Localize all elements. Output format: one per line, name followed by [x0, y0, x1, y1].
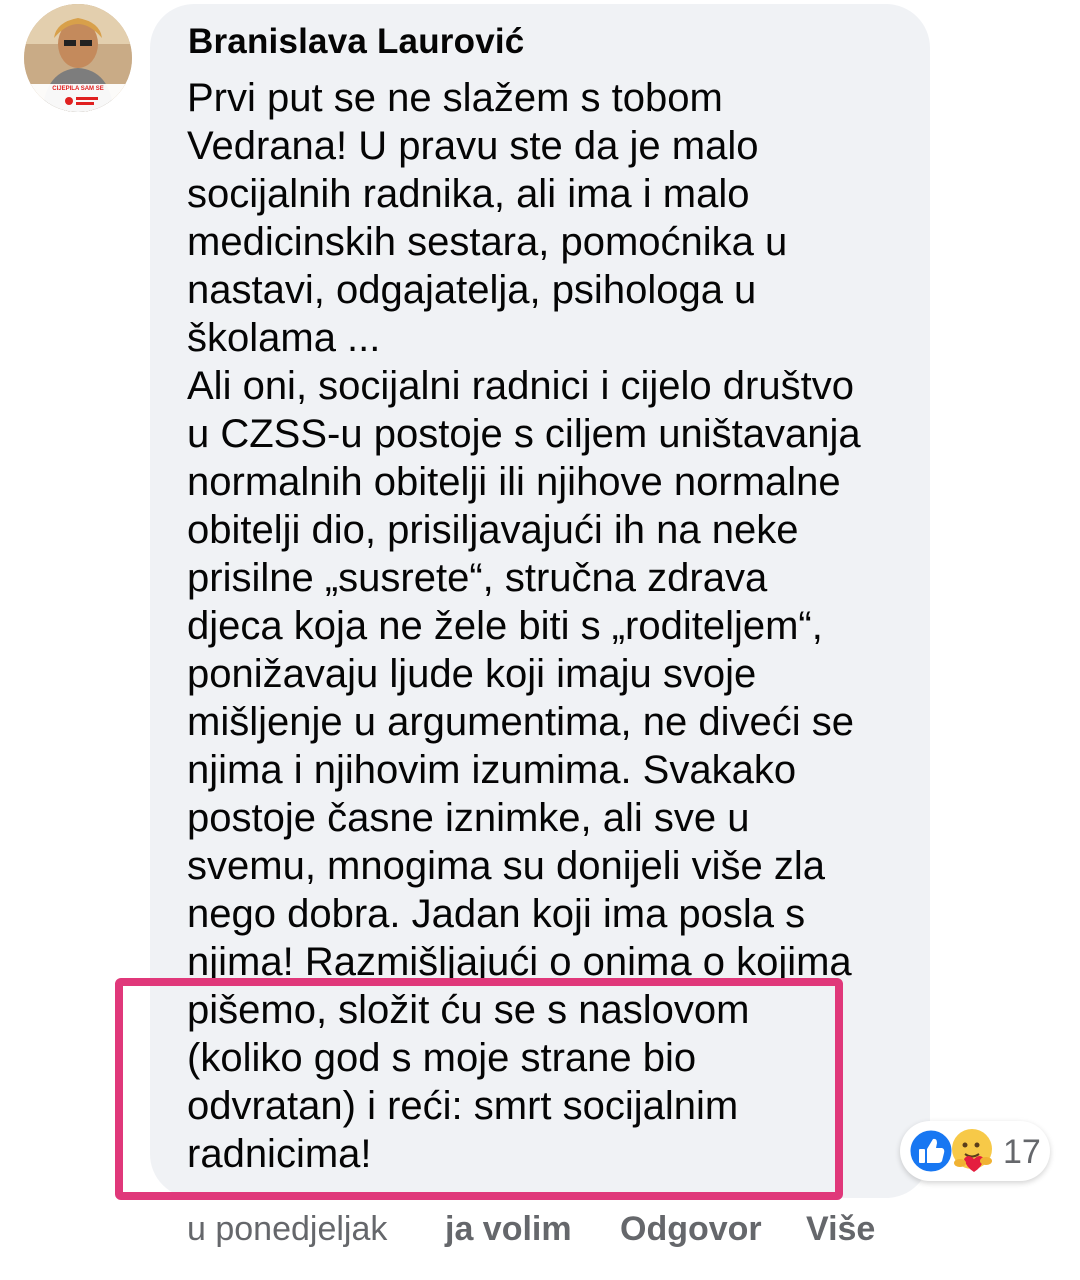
like-button[interactable]: ja volim [445, 1210, 572, 1249]
comment-line: nego dobra. Jadan koji ima posla s [187, 892, 806, 936]
comment-line: obitelji dio, prisiljavajući ih na neke [187, 508, 799, 552]
comment-line: djeca koja ne žele biti s „roditeljem“, [187, 604, 823, 648]
comment-line: (koliko god s moje strane bio [187, 1036, 697, 1080]
comment-line: školama ... [187, 316, 381, 360]
comment-line: njima! Razmišljajući o onima o kojima [187, 940, 852, 984]
comment-line: Prvi put se ne slažem s tobom [187, 76, 723, 120]
comment-line: odvratan) i reći: smrt socijalnim [187, 1084, 739, 1128]
comment-line: svemu, mnogima su donijeli više zla [187, 844, 826, 888]
comment-line: normalnih obitelji ili njihove normalne [187, 460, 841, 504]
care-icon [952, 1129, 992, 1172]
comment-line: radnicima! [187, 1132, 372, 1176]
reply-button[interactable]: Odgovor [620, 1210, 762, 1249]
comment-line: pišemo, složit ću se s naslovom [187, 988, 750, 1032]
comment-timestamp[interactable]: u ponedjeljak [187, 1210, 387, 1249]
comment-line: medicinskih sestara, pomoćnika u [187, 220, 788, 264]
comment-line: u CZSS-u postoje s ciljem uništavanja [187, 412, 861, 456]
reactions-summary[interactable]: 17 [900, 1121, 1050, 1181]
more-button[interactable]: Više [806, 1210, 875, 1249]
comment-bubble: Branislava Laurović Prvi put se ne slaže… [150, 4, 930, 1198]
comment-line: nastavi, odgajatelja, psihologa u [187, 268, 757, 312]
comment-line: Ali oni, socijalni radnici i cijelo druš… [187, 364, 854, 408]
comment-text: Prvi put se ne slažem s tobom Vedrana! U… [187, 74, 907, 1178]
avatar-image [24, 4, 132, 112]
comment-line: socijalnih radnika, ali ima i malo [187, 172, 750, 216]
comment-line: ponižavaju ljude koji imaju svoje [187, 652, 757, 696]
avatar-frame-text: CIJEPILA SAM SE [52, 86, 104, 92]
comment-line: njima i njihovim izumima. Svakako [187, 748, 797, 792]
comment-author[interactable]: Branislava Laurović [188, 22, 524, 62]
comment-line: postoje časne iznimke, ali sve u [187, 796, 750, 840]
comment-line: mišljenje u argumentima, ne diveći se [187, 700, 854, 744]
comment-line: prisilne „susrete“, stručna zdrava [187, 556, 768, 600]
comment-line: Vedrana! U pravu ste da je malo [187, 124, 759, 168]
reaction-count: 17 [1003, 1133, 1041, 1171]
avatar[interactable]: CIJEPILA SAM SE [24, 4, 132, 112]
